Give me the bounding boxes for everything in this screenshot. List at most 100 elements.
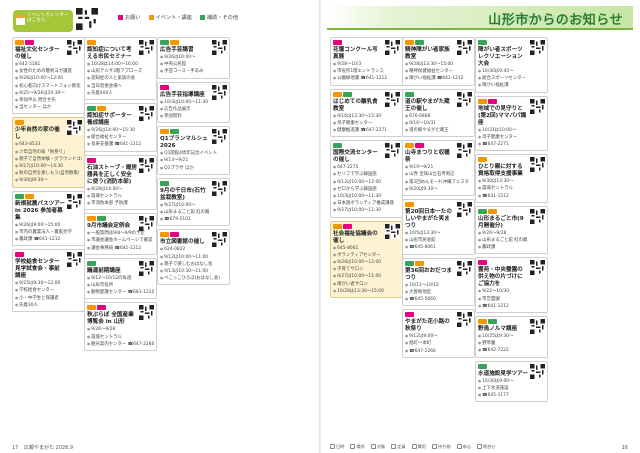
qr-code-icon[interactable] xyxy=(139,260,154,276)
notice-detail: 精神保健福祉センター xyxy=(405,68,472,75)
icon-legend-item: 問合せ xyxy=(476,444,496,450)
qr-code-icon[interactable] xyxy=(212,180,227,196)
notice-detail: 624-0822 xyxy=(160,246,227,253)
notice-card[interactable]: 第20回日本一たのしいやまがた笑まつり10/5は13:30〜山形市民会館☎645… xyxy=(402,199,475,255)
notice-card[interactable]: Q1プランマルシェ 2026Q1開館4周年記念イベント9/13〜9/21Q1プラ… xyxy=(157,126,230,175)
qr-code-icon[interactable] xyxy=(67,40,82,55)
notice-card[interactable]: 新規就農パスツアー in 2026 参加者募集9/26は9:00〜15:00市内… xyxy=(12,190,85,247)
notice-card[interactable]: 社会福祉協議会の催し645-8061ボランティアセンター9/26は10:00〜1… xyxy=(330,220,403,299)
notice-column: 広告手芸講習9/26は10:00〜中央公民館手芸コース・手あみ広告手芸指導講座1… xyxy=(157,37,230,430)
notice-detail: 学校給食センター xyxy=(15,287,82,294)
category-badge xyxy=(415,260,424,266)
qr-code-icon[interactable] xyxy=(139,40,154,55)
qr-code-icon[interactable] xyxy=(530,40,545,55)
notice-card[interactable]: 認知症について考える市民セミナー10/28は14:00〜16:00山形テルサ3階… xyxy=(84,37,157,101)
category-badge xyxy=(488,319,497,325)
qr-code-icon[interactable] xyxy=(385,91,400,107)
qr-code-icon[interactable] xyxy=(530,363,545,379)
notice-card[interactable]: 精神障がい者家族教室9/28は13:30〜15:00精神保健福祉センター障がい福… xyxy=(402,37,475,86)
notice-card[interactable]: 山形まるごと市(9月開催分)9/26〜9/28山形まるごと館 紅の蔵農政課 xyxy=(475,205,548,255)
qr-code-icon[interactable] xyxy=(212,40,227,55)
qr-code-icon[interactable] xyxy=(139,216,154,232)
notice-detail: 645-8061 xyxy=(333,245,400,252)
notice-detail: 9/26は10:00〜12:00 xyxy=(15,75,82,82)
qr-code-icon[interactable] xyxy=(212,129,227,145)
qr-code-icon[interactable] xyxy=(139,106,154,122)
qr-code-icon[interactable] xyxy=(530,98,545,114)
category-badge xyxy=(488,208,497,214)
qr-code-icon[interactable] xyxy=(385,143,400,159)
notice-card[interactable]: 認知症サポーター養成講座9/26は14:00〜15:30総合福祉センター長寿支援… xyxy=(84,103,157,152)
legend-symbol-icon xyxy=(456,444,462,449)
notice-detail: べこっこひろば(おはなし会) xyxy=(160,275,227,282)
notice-card[interactable]: ひとり親に対する資格取得支援事業9/30は13:30〜霞城セントラル☎641-1… xyxy=(475,154,548,203)
qr-code-icon[interactable] xyxy=(139,157,154,173)
notice-detail: 9/28〜10/3 xyxy=(333,61,400,68)
page-title: 山形市からのお知らせ xyxy=(488,13,623,28)
qr-code-icon[interactable] xyxy=(457,202,472,218)
category-badge xyxy=(170,232,179,238)
notice-card[interactable]: 秋ぶらぼ 全国産業博覧会 in 山形9/26〜9/28霞城セントラル観光案内セン… xyxy=(84,302,157,352)
notice-detail: 認知症の人と家族の会 xyxy=(87,75,154,82)
notice-card[interactable]: 山寺まつりと収穫祭9/19〜9/21山寺 宝珠山立石寺周辺第2回めんそーれ沖縄フ… xyxy=(402,140,475,197)
notice-card[interactable]: 霊苑・中央霊園の供え物の片づけにご協力を9/22〜10/30市営霊園☎641-1… xyxy=(475,257,548,314)
notice-detail: 先着400人 xyxy=(87,90,154,97)
notice-card[interactable]: 国際交流センターの催し647-2275セリフで学ぶ韓国語9/12は10:00〜1… xyxy=(330,140,403,218)
qr-code-icon[interactable] xyxy=(76,8,98,30)
notice-card[interactable]: 広告手芸講習9/26は10:00〜中央公民館手芸コース・手あみ xyxy=(157,37,230,79)
qr-code-icon[interactable] xyxy=(457,260,472,276)
notice-card[interactable]: 市立図書館の催し624-08229/12は10:00〜11:00親子で楽しむおは… xyxy=(157,229,230,286)
qr-code-icon[interactable] xyxy=(457,40,472,55)
category-badge xyxy=(333,143,342,149)
qr-code-icon[interactable] xyxy=(530,260,545,276)
notice-detail: Q1開館4周年記念イベント xyxy=(160,150,227,157)
qr-code-icon[interactable] xyxy=(530,319,545,335)
event-calendar-link[interactable]: イベントカレンダーはこちら xyxy=(13,10,73,32)
qr-code-icon[interactable] xyxy=(212,232,227,248)
category-badge xyxy=(478,98,487,104)
notice-detail: 643-8533 xyxy=(15,141,82,148)
notice-detail: ☎645-8061 xyxy=(405,244,472,251)
notice-detail: 市営霊園 xyxy=(478,296,545,303)
notice-card[interactable]: 水道施設見学ツアー10/30は9:00〜上下水道施設☎645-1177 xyxy=(475,360,548,403)
notice-detail: 9/28は14:00〜 xyxy=(87,186,154,193)
notice-detail: 9/26は10:00〜12:00 xyxy=(333,259,400,266)
qr-code-icon[interactable] xyxy=(530,157,545,173)
notice-card[interactable]: 広告手芸指導講座10/3は10:00〜11:30広告作品展示参加無料 xyxy=(157,81,230,124)
notice-detail: 道の駅やまがた蔵王 xyxy=(405,127,472,134)
notice-card[interactable]: 地域での見守りと(第2回)ママパパ講座10/31は10:00〜母子健康センター☎… xyxy=(475,95,548,152)
notice-card[interactable]: 道の駅やまがた蔵王の催し676-68689/16〜10/31道の駅やまがた蔵王 xyxy=(402,88,475,138)
qr-code-icon[interactable] xyxy=(457,91,472,107)
notice-card[interactable]: やまがた花小路の秋祭り9/12は9:00〜旭町〜本町☎647-2266 xyxy=(402,309,475,358)
qr-code-icon[interactable] xyxy=(385,40,400,55)
notice-card[interactable]: 花壇コンクール写真展9/28〜10/3市役所1階エントランス公園緑地課 ☎641… xyxy=(330,37,403,86)
notice-detail: ☎641-1212 xyxy=(478,303,545,310)
notice-detail: 大曽根地区 xyxy=(405,289,472,296)
notice-card[interactable]: はじめての離乳食教室9/16は13:30〜15:30母子健康センター健康推進課 … xyxy=(330,88,403,138)
qr-code-icon[interactable] xyxy=(457,143,472,159)
notice-card[interactable]: 第36回おおだつまつり10/11〜10/12大曽根地区☎645-5660 xyxy=(402,257,475,307)
event-calendar-label: イベントカレンダーはこちら xyxy=(27,13,69,24)
notice-card[interactable]: 9月市議会定例会一般質問は9/8〜9/9の予定市議会議会ホームページで確認議会事… xyxy=(84,213,157,255)
qr-code-icon[interactable] xyxy=(212,84,227,100)
icon-legend-item: 費用 xyxy=(411,444,426,450)
category-badge xyxy=(87,106,96,112)
notice-card[interactable]: 9月の千日市(石竹盆栽教室)9/27は10:00〜山形まるごと館 紅の蔵☎679… xyxy=(157,177,230,227)
icon-legend-label: 費用 xyxy=(417,444,426,449)
legend-symbol-icon xyxy=(391,444,397,449)
qr-code-icon[interactable] xyxy=(67,193,82,209)
notice-card[interactable]: 学校給食センター見学試食会・事前講座9/25は9:30〜12:00学校給食センタ… xyxy=(12,249,85,313)
notice-card[interactable]: 少年自然の家の催し643-8533少年自然の家「秋祭り」親子で自然体験・グラウン… xyxy=(12,117,85,188)
qr-code-icon[interactable] xyxy=(457,312,472,328)
notice-detail: 農政課 ☎641-1212 xyxy=(15,236,82,243)
qr-code-icon[interactable] xyxy=(139,305,154,321)
notice-card[interactable]: 福祉文化センターの催し642-5181女性のための簡易ヨガ講座9/26は10:0… xyxy=(12,37,85,115)
qr-code-icon[interactable] xyxy=(67,252,82,268)
notice-card[interactable]: 障がい者スポーツレクリエーション大会10/30は9:45〜総合スポーツセンター障… xyxy=(475,37,548,93)
notice-card[interactable]: 野鳥ノルマ講座10/25は9:30〜野草園☎642-7222 xyxy=(475,316,548,358)
notice-card[interactable]: 石油ストーブ・暖房器具を正しく安全に使う(消防本部)9/28は14:00〜霞城セ… xyxy=(84,154,157,211)
qr-code-icon[interactable] xyxy=(385,223,400,239)
qr-code-icon[interactable] xyxy=(530,208,545,224)
notice-card[interactable]: 議運前期講座9/12〜10/12の毎週山形市役所動物愛護センター ☎681-12… xyxy=(84,257,157,300)
qr-code-icon[interactable] xyxy=(67,120,82,136)
